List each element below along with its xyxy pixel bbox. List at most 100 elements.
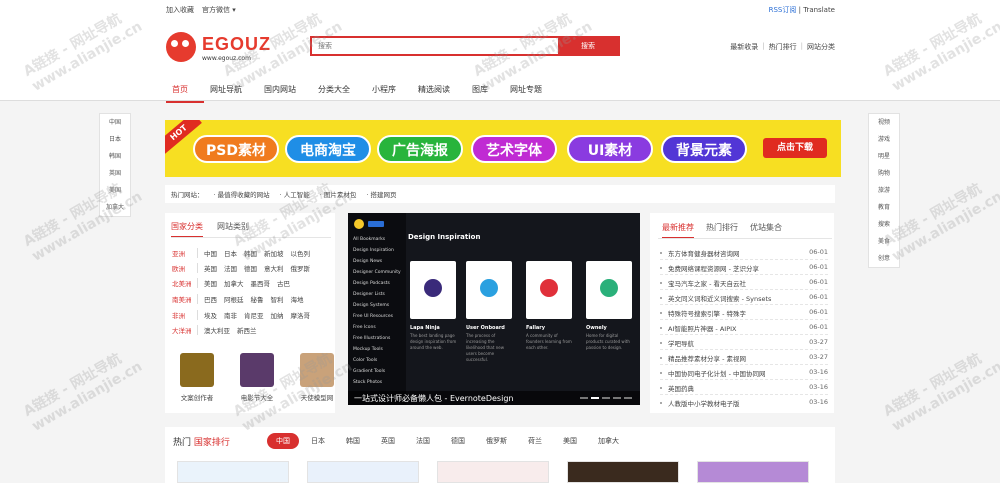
search-button[interactable]: 搜索	[558, 38, 618, 54]
news-item[interactable]: 免费网络课程资源网 - 芝识分享 06-01	[660, 260, 828, 275]
search-input[interactable]	[312, 38, 560, 54]
continent-label[interactable]: 欧洲	[172, 263, 198, 273]
country-link[interactable]: 南非	[224, 310, 237, 320]
featured-site[interactable]: 天使模型网	[297, 353, 337, 402]
side-left-item[interactable]: 英国	[100, 165, 130, 182]
featured-site[interactable]: 电影节大全	[237, 353, 277, 402]
country-link[interactable]: 古巴	[277, 278, 290, 288]
nav-item-reading[interactable]: 精选阅读	[412, 84, 466, 103]
news-item[interactable]: 精品推荐素材分享 - 素视网 03-27	[660, 350, 828, 365]
country-link[interactable]: 俄罗斯	[291, 263, 311, 273]
banner-chip-psd[interactable]: PSD素材	[193, 135, 279, 163]
featured-slider[interactable]: All Bookmarks Design Inspiration Design …	[348, 213, 640, 405]
country-link[interactable]: 肯尼亚	[244, 310, 264, 320]
rank-tab-uk[interactable]: 英国	[372, 433, 404, 449]
news-item[interactable]: 特殊符号搜索引擎 - 特殊字 06-01	[660, 305, 828, 320]
country-link[interactable]: 澳大利亚	[204, 325, 230, 335]
bookmark-link[interactable]: 加入收藏	[166, 5, 194, 15]
country-link[interactable]: 日本	[224, 248, 237, 258]
side-left-item[interactable]: 加拿大	[100, 199, 130, 216]
site-logo[interactable]: EGOUZ www.egouz.com	[166, 32, 272, 64]
tab-collection[interactable]: 优站集合	[750, 222, 782, 239]
side-right-item[interactable]: 美食	[869, 233, 899, 250]
continent-label[interactable]: 亚洲	[172, 248, 198, 258]
rank-tab-canada[interactable]: 加拿大	[589, 433, 628, 449]
country-link[interactable]: 韩国	[244, 248, 257, 258]
continent-label[interactable]: 南美洲	[172, 294, 198, 304]
news-item[interactable]: 东方体育健身器材咨询网 06-01	[660, 245, 828, 260]
nav-item-domestic[interactable]: 国内网站	[258, 84, 312, 103]
news-item[interactable]: 英国药典 03-16	[660, 380, 828, 395]
side-right-item[interactable]: 购物	[869, 165, 899, 182]
country-link[interactable]: 阿根廷	[224, 294, 244, 304]
wechat-link[interactable]: 官方微信 ▾	[202, 5, 236, 15]
ranking-thumbnail[interactable]	[697, 461, 809, 483]
country-link[interactable]: 新西兰	[237, 325, 257, 335]
country-link[interactable]: 中国	[204, 248, 217, 258]
hot-site-link[interactable]: · 人工智能	[280, 189, 310, 199]
news-title[interactable]: 精品推荐素材分享 - 素视网	[668, 353, 798, 363]
country-link[interactable]: 意大利	[264, 263, 284, 273]
news-title[interactable]: AI智能照片神器 - AIPIX	[668, 323, 798, 333]
news-item[interactable]: 宝马汽车之家 - 看天自云社 06-01	[660, 275, 828, 290]
news-title[interactable]: 免费网络课程资源网 - 芝识分享	[668, 263, 798, 273]
nav-item-home[interactable]: 首页	[166, 84, 204, 103]
banner-chip-ecommerce[interactable]: 电商淘宝	[285, 135, 371, 163]
slider-dot[interactable]	[591, 397, 599, 399]
country-link[interactable]: 新加坡	[264, 248, 284, 258]
banner-chip-font[interactable]: 艺术字体	[471, 135, 557, 163]
rank-tab-germany[interactable]: 德国	[442, 433, 474, 449]
banner-chip-background[interactable]: 背景元素	[661, 135, 747, 163]
nav-item-miniprogram[interactable]: 小程序	[366, 84, 412, 103]
country-link[interactable]: 墨西哥	[251, 278, 271, 288]
ranking-thumbnail[interactable]	[177, 461, 289, 483]
country-link[interactable]: 埃及	[204, 310, 217, 320]
rank-tab-france[interactable]: 法国	[407, 433, 439, 449]
header-link-latest[interactable]: 最新收录	[730, 42, 758, 52]
country-link[interactable]: 巴西	[204, 294, 217, 304]
news-title[interactable]: 人教版中小学教材电子版	[668, 398, 798, 408]
side-right-item[interactable]: 游戏	[869, 131, 899, 148]
hot-site-link[interactable]: · 图片素材包	[320, 189, 357, 199]
side-left-item[interactable]: 美国	[100, 182, 130, 199]
side-right-item[interactable]: 视频	[869, 114, 899, 131]
banner-chip-ui[interactable]: UI素材	[567, 135, 653, 163]
side-right-item[interactable]: 明星	[869, 148, 899, 165]
nav-item-topics[interactable]: 网址专题	[504, 84, 558, 103]
country-link[interactable]: 以色列	[291, 248, 311, 258]
hot-site-link[interactable]: · 搭建网页	[366, 189, 396, 199]
news-item[interactable]: AI智能照片神器 - AIPIX 06-01	[660, 320, 828, 335]
tab-hot[interactable]: 热门排行	[706, 222, 738, 239]
country-link[interactable]: 德国	[244, 263, 257, 273]
news-title[interactable]: 英国药典	[668, 383, 798, 393]
country-link[interactable]: 海地	[291, 294, 304, 304]
continent-label[interactable]: 大洋洲	[172, 325, 198, 335]
news-title[interactable]: 东方体育健身器材咨询网	[668, 248, 798, 258]
rank-tab-netherlands[interactable]: 荷兰	[519, 433, 551, 449]
ranking-thumbnail[interactable]	[567, 461, 679, 483]
slider-dot[interactable]	[602, 397, 610, 399]
tab-site-type[interactable]: 网站类别	[217, 221, 249, 238]
news-title[interactable]: 中国协同电子化计划 - 中国协同网	[668, 368, 798, 378]
nav-item-gallery[interactable]: 图库	[466, 84, 504, 103]
rank-tab-china[interactable]: 中国	[267, 433, 299, 449]
side-right-item[interactable]: 教育	[869, 199, 899, 216]
news-title[interactable]: 宝马汽车之家 - 看天自云社	[668, 278, 798, 288]
continent-label[interactable]: 北美洲	[172, 278, 198, 288]
header-link-ranking[interactable]: 热门排行	[769, 42, 797, 52]
news-item[interactable]: 人教版中小学教材电子版 03-16	[660, 395, 828, 410]
tab-latest[interactable]: 最新推荐	[662, 222, 694, 239]
side-right-item[interactable]: 旅游	[869, 182, 899, 199]
news-title[interactable]: 英文同义词和近义词搜索 - Synsets	[668, 293, 798, 303]
slider-dot[interactable]	[613, 397, 621, 399]
ranking-thumbnail[interactable]	[437, 461, 549, 483]
header-link-categories[interactable]: 网站分类	[807, 42, 835, 52]
country-link[interactable]: 美国	[204, 278, 217, 288]
country-link[interactable]: 智利	[271, 294, 284, 304]
featured-site[interactable]: 文案创作者	[177, 353, 217, 402]
promo-banner[interactable]: HOT PSD素材 电商淘宝 广告海报 艺术字体 UI素材 背景元素 点击下载	[165, 120, 841, 177]
country-link[interactable]: 加纳	[271, 310, 284, 320]
banner-chip-poster[interactable]: 广告海报	[377, 135, 463, 163]
banner-download-button[interactable]: 点击下载	[763, 138, 827, 158]
slider-dot[interactable]	[624, 397, 632, 399]
